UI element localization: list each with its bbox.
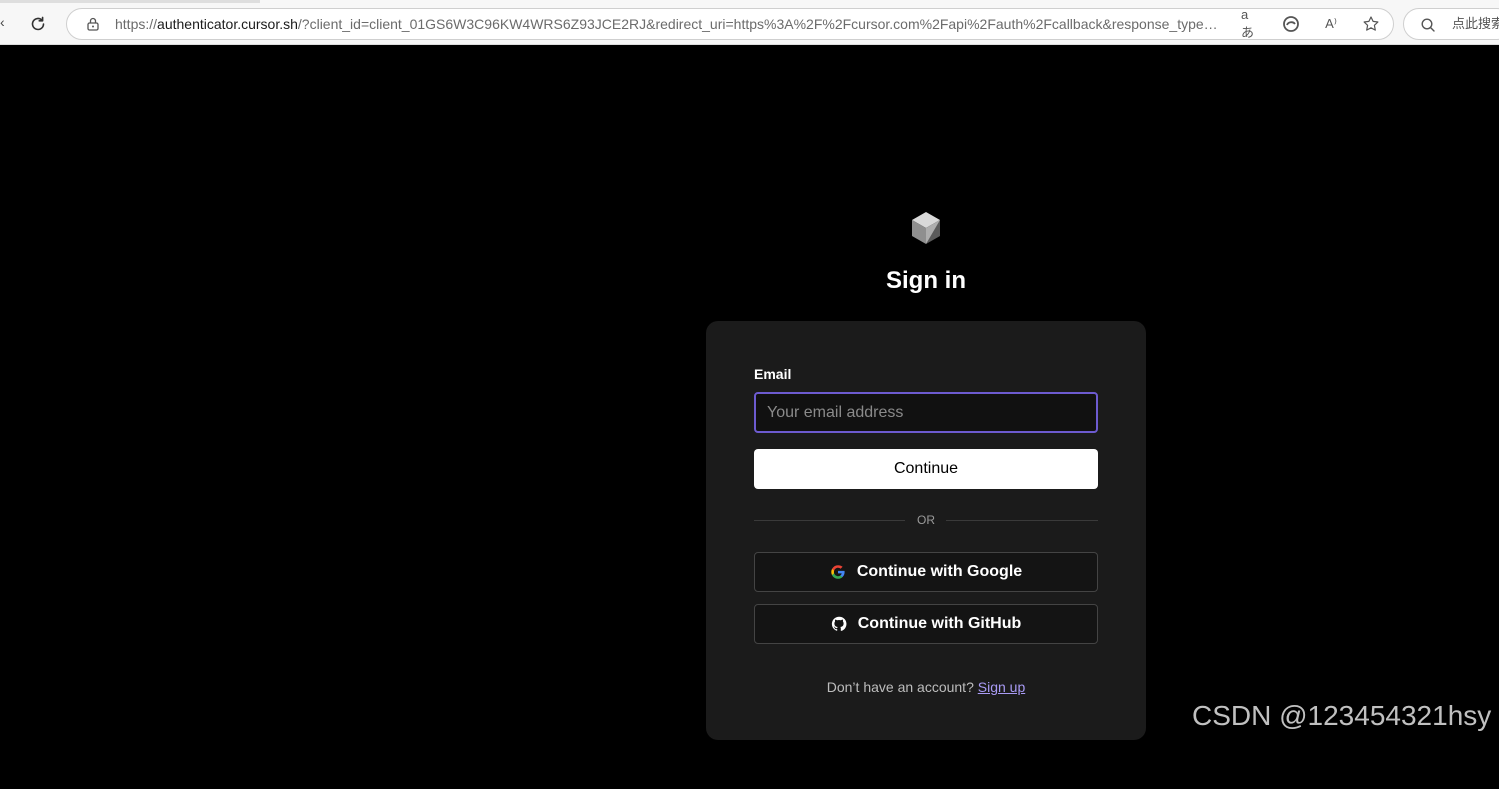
back-arrow-icon[interactable]: ‹ (0, 14, 6, 30)
or-divider-label: OR (917, 513, 935, 527)
watermark: CSDN @123454321hsy (1192, 700, 1492, 731)
tab-strip-edge (0, 0, 260, 3)
sign-in-card: Email Continue OR Continue with Google C… (706, 321, 1146, 740)
read-aloud-icon[interactable]: A⁾ (1321, 14, 1341, 34)
continue-with-github-button[interactable]: Continue with GitHub (754, 604, 1098, 644)
email-field[interactable] (754, 392, 1098, 433)
address-bar[interactable]: https://authenticator.cursor.sh/?client_… (66, 7, 1394, 40)
divider-left (754, 520, 905, 521)
cursor-logo-icon (912, 212, 940, 244)
url-host: authenticator.cursor.sh (157, 16, 298, 32)
translate-icon[interactable]: aあ (1241, 7, 1261, 40)
github-icon (831, 616, 847, 631)
url-scheme: https:// (115, 16, 158, 32)
continue-button[interactable]: Continue (754, 449, 1098, 489)
divider-right (946, 520, 1098, 521)
edge-logo-icon (1283, 16, 1299, 32)
favorite-star-icon[interactable] (1361, 14, 1381, 34)
browser-search-box[interactable]: 点此搜索 (1403, 8, 1499, 40)
continue-with-google-button[interactable]: Continue with Google (754, 552, 1098, 592)
google-button-label: Continue with Google (856, 563, 1023, 580)
signup-link[interactable]: Sign up (978, 679, 1025, 695)
edge-extension-icon[interactable] (1281, 14, 1301, 34)
page-content: Sign in Email Continue OR Continue with … (0, 45, 1499, 789)
address-bar-actions: aあ A⁾ (1241, 7, 1381, 40)
reload-icon (31, 16, 45, 31)
search-placeholder: 点此搜索 (1452, 16, 1499, 31)
github-button-label: Continue with GitHub (857, 615, 1022, 632)
browser-toolbar: ‹ https://authenticator.cursor.sh/?clien… (0, 0, 1499, 45)
search-icon (1421, 18, 1435, 32)
lock-icon[interactable] (85, 16, 101, 32)
google-icon (831, 565, 845, 579)
url-path: /?client_id=client_01GS6W3C96KW4WRS6Z93J… (297, 16, 1225, 32)
signup-prompt: Don’t have an account? (826, 679, 974, 695)
star-icon (1363, 16, 1379, 31)
email-label: Email (754, 366, 792, 382)
url-text[interactable]: https://authenticator.cursor.sh/?client_… (115, 9, 1225, 39)
signup-row: Don’t have an account? Sign up (706, 678, 1146, 696)
reload-button[interactable] (24, 10, 52, 38)
page-title: Sign in (886, 267, 966, 294)
